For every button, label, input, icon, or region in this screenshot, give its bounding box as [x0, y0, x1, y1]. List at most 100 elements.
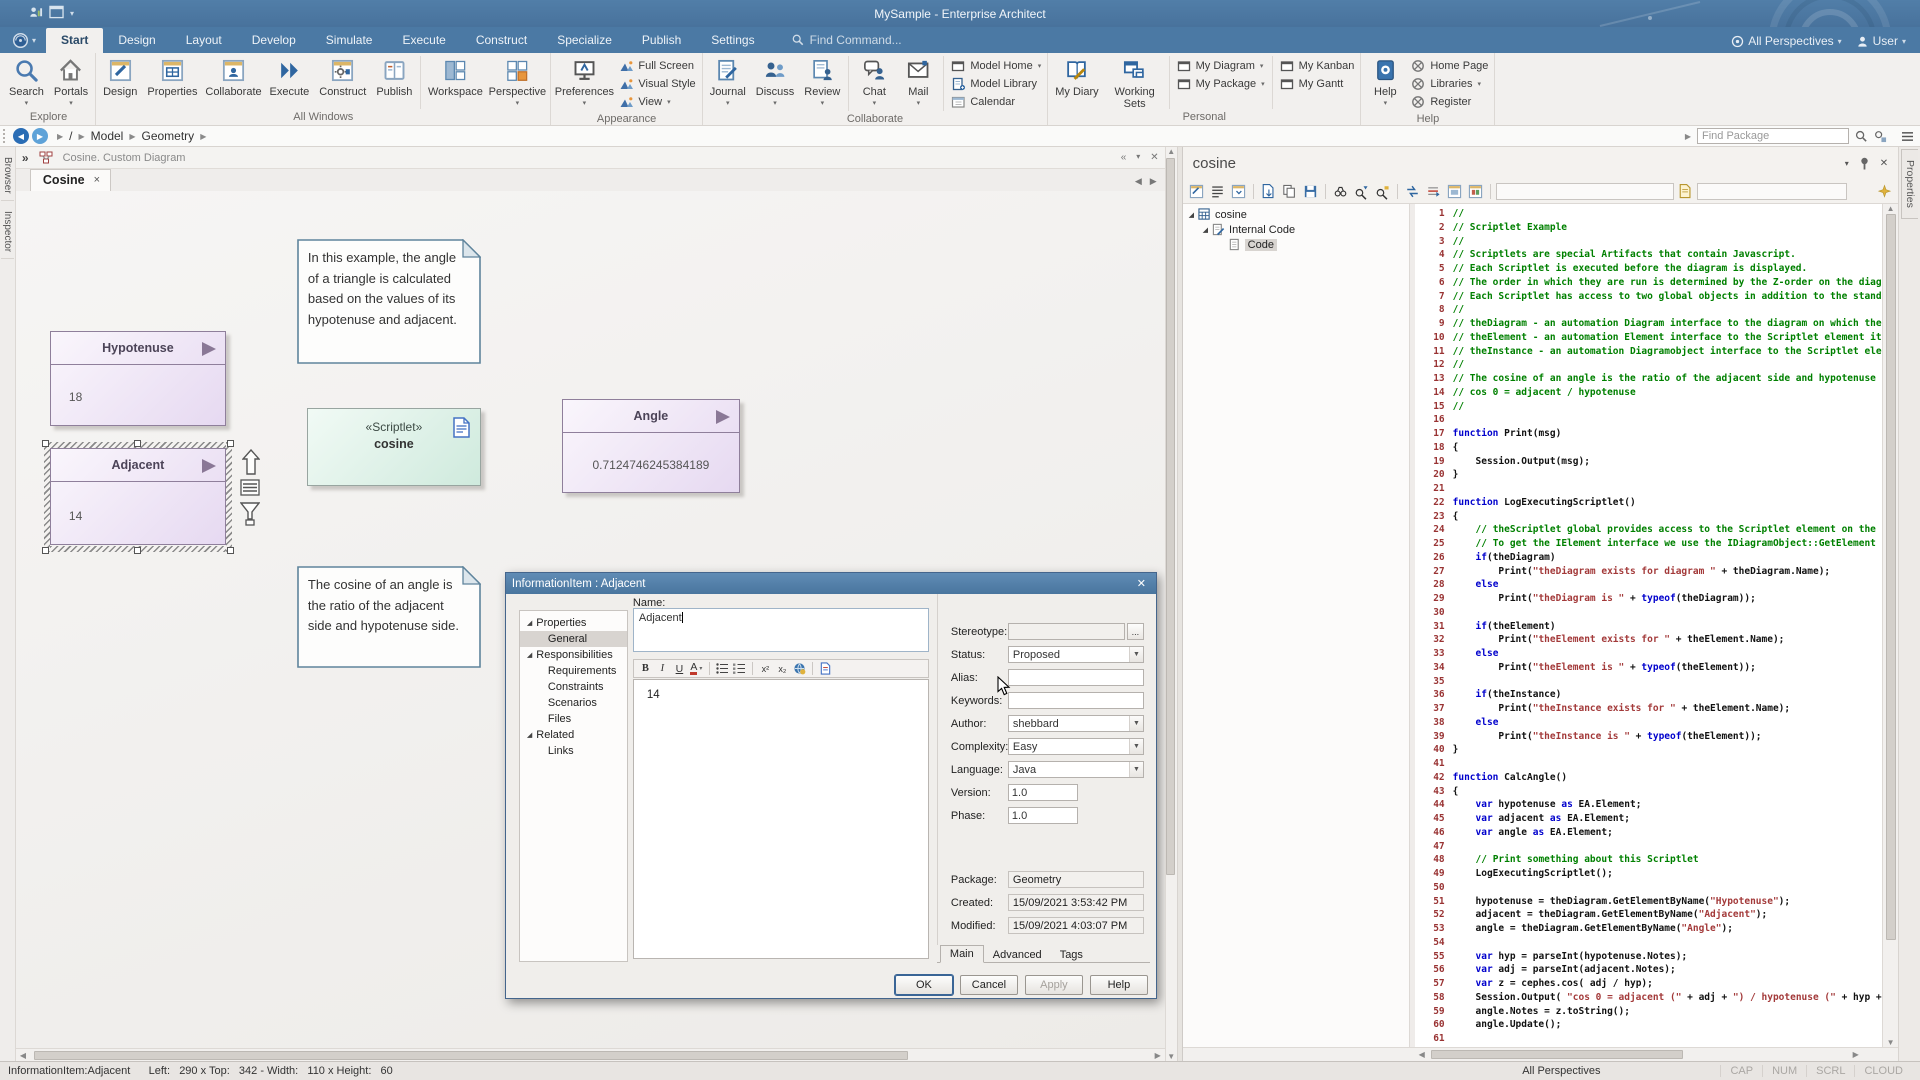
editor-vertical-scrollbar[interactable]: ▲ ▼	[1882, 204, 1898, 1047]
code-line[interactable]: 15//	[1415, 400, 1882, 414]
sparkle-icon[interactable]	[1875, 182, 1894, 201]
code-line[interactable]: 39 Print("theInstance is " + typeof(theE…	[1415, 730, 1882, 744]
caption-close-icon[interactable]: ✕	[1150, 152, 1158, 163]
code-tree-cosine[interactable]: ◢cosine	[1183, 207, 1409, 222]
ribbon-button-publish[interactable]: Publish	[371, 54, 417, 111]
breadcrumb-item-[interactable]: /	[69, 129, 72, 143]
stamp-icon[interactable]	[1676, 182, 1695, 201]
hyperlink-button[interactable]	[792, 661, 807, 676]
bold-button[interactable]: B	[638, 661, 653, 676]
code-line[interactable]: 28 else	[1415, 578, 1882, 592]
dialog-tree-general[interactable]: General	[520, 631, 627, 647]
scroll-right-icon[interactable]: ▶	[1849, 1050, 1863, 1059]
winb-icon[interactable]	[1466, 182, 1485, 201]
code-line[interactable]: 14// cos 0 = adjacent / hypotenuse	[1415, 386, 1882, 400]
app-logo-button[interactable]: ▾	[0, 32, 46, 53]
code-line[interactable]: 23{	[1415, 510, 1882, 524]
name-field[interactable]: Adjacent	[633, 608, 929, 652]
code-line[interactable]: 61	[1415, 1032, 1882, 1046]
code-line[interactable]: 17function Print(msg)	[1415, 427, 1882, 441]
code-line[interactable]: 3//	[1415, 235, 1882, 249]
user-menu[interactable]: User ▾	[1856, 34, 1906, 48]
ribbon-button-full-screen[interactable]: Full Screen	[619, 57, 695, 74]
subscript-button[interactable]: x₂	[775, 661, 790, 676]
status-perspective[interactable]: All Perspectives	[1522, 1065, 1600, 1077]
panel-close-icon[interactable]: ✕	[1880, 158, 1888, 169]
code-editor[interactable]: 1//2// Scriptlet Example3//4// Scriptlet…	[1415, 204, 1882, 1047]
code-line[interactable]: 18{	[1415, 441, 1882, 455]
canvas-horizontal-scrollbar[interactable]: ◀ ▶	[16, 1048, 1165, 1061]
hamburger-menu-icon[interactable]	[1901, 131, 1914, 142]
underline-button[interactable]: U	[672, 661, 687, 676]
element-adjacent-selection[interactable]: Adjacent 14	[44, 442, 232, 552]
caption-menu-icon[interactable]: ▾	[1136, 152, 1140, 163]
code-line[interactable]: 26 if(theDiagram)	[1415, 551, 1882, 565]
cancel-button[interactable]: Cancel	[960, 975, 1018, 995]
help-button[interactable]: Help	[1090, 975, 1148, 995]
chevron-down-icon[interactable]: ▼	[1129, 647, 1143, 662]
dialog-tab-main[interactable]: Main	[940, 945, 984, 963]
element-adjacent[interactable]: Adjacent 14	[50, 448, 226, 545]
code-line[interactable]: 21	[1415, 482, 1882, 496]
element-hypotenuse[interactable]: Hypotenuse 18	[50, 331, 226, 426]
selection-handle[interactable]	[227, 547, 234, 554]
code-line[interactable]: 33 else	[1415, 647, 1882, 661]
tab-cosine-diagram[interactable]: Cosine ×	[30, 169, 111, 191]
navigate-forward-button[interactable]: ▶	[32, 128, 48, 144]
field-input-phase[interactable]: 1.0	[1008, 807, 1078, 824]
ribbon-button-chat[interactable]: Chat▾	[852, 54, 896, 113]
scroll-left-icon[interactable]: ◀	[1415, 1050, 1429, 1059]
italic-button[interactable]: I	[655, 661, 670, 676]
selection-handle[interactable]	[134, 440, 141, 447]
code-line[interactable]: 27 Print("theDiagram exists for diagram …	[1415, 565, 1882, 579]
tab-properties-docked[interactable]: Properties	[1901, 149, 1918, 219]
ribbon-tab-construct[interactable]: Construct	[461, 28, 542, 53]
code-line[interactable]: 40}	[1415, 743, 1882, 757]
code-line[interactable]: 24 // theScriptlet global provides acces…	[1415, 523, 1882, 537]
goto-icon[interactable]	[1424, 182, 1443, 201]
code-line[interactable]: 55 var hyp = parseInt(hypotenuse.Notes);	[1415, 950, 1882, 964]
ribbon-button-perspective[interactable]: Perspective▾	[486, 54, 548, 111]
numbered-list-button[interactable]	[732, 661, 747, 676]
dialog-tree-requirements[interactable]: Requirements	[520, 663, 627, 679]
code-line[interactable]: 50	[1415, 881, 1882, 895]
ribbon-button-my-gantt[interactable]: My Gantt	[1280, 75, 1355, 92]
field-input-version[interactable]: 1.0	[1008, 784, 1078, 801]
ribbon-button-home-page[interactable]: Home Page	[1411, 57, 1488, 74]
dialog-tree-constraints[interactable]: Constraints	[520, 679, 627, 695]
code-line[interactable]: 13// The cosine of an angle is the ratio…	[1415, 372, 1882, 386]
ribbon-button-libraries[interactable]: Libraries▾	[1411, 75, 1488, 92]
code-line[interactable]: 59 angle.Notes = z.toString();	[1415, 1005, 1882, 1019]
find-icon[interactable]	[1331, 182, 1350, 201]
quick-access-user-icon[interactable]	[28, 5, 43, 23]
search-package-icon[interactable]	[1855, 130, 1868, 143]
code-line[interactable]: 36 if(theInstance)	[1415, 688, 1882, 702]
ribbon-button-journal[interactable]: Journal▾	[705, 54, 751, 113]
ribbon-tab-design[interactable]: Design	[103, 28, 170, 53]
scroll-right-icon[interactable]: ▶	[1151, 1051, 1165, 1060]
diagram-canvas[interactable]: In this example, the angle of a triangle…	[16, 191, 1165, 1048]
chevron-down-icon[interactable]: ▼	[1129, 716, 1143, 731]
bullet-list-button[interactable]	[715, 661, 730, 676]
code-line[interactable]: 34 Print("theElement is " + typeof(theEl…	[1415, 661, 1882, 675]
dialog-tree-properties[interactable]: ◢Properties	[520, 615, 627, 631]
chevrons-right-icon[interactable]: »	[22, 151, 29, 165]
toolbar-field[interactable]	[1496, 183, 1674, 200]
ribbon-tab-layout[interactable]: Layout	[171, 28, 237, 53]
code-line[interactable]: 4// Scriptlets are special Artifacts tha…	[1415, 248, 1882, 262]
code-line[interactable]: 57 var z = cephes.cos( adj / hyp);	[1415, 977, 1882, 991]
ribbon-tab-specialize[interactable]: Specialize	[542, 28, 627, 53]
code-line[interactable]: 58 Session.Output( "cos 0 = adjacent (" …	[1415, 991, 1882, 1005]
ribbon-button-my-package[interactable]: My Package▾	[1177, 75, 1265, 92]
breadcrumb-item-geometry[interactable]: Geometry	[142, 129, 195, 143]
field-input-stereotype[interactable]	[1008, 623, 1125, 640]
notes-field[interactable]: 14	[633, 679, 929, 959]
ribbon-button-my-diagram[interactable]: My Diagram▾	[1177, 57, 1265, 74]
selection-handle[interactable]	[42, 440, 49, 447]
ribbon-button-portals[interactable]: Portals▾	[49, 54, 93, 111]
code-line[interactable]: 31 if(theElement)	[1415, 620, 1882, 634]
field-combo-author[interactable]: shebbard▼	[1008, 715, 1144, 732]
chevron-down-icon[interactable]: ▼	[1129, 762, 1143, 777]
ribbon-button-mail[interactable]: Mail▾	[896, 54, 940, 113]
note-element-bottom[interactable]: The cosine of an angle is the ratio of t…	[297, 566, 481, 668]
